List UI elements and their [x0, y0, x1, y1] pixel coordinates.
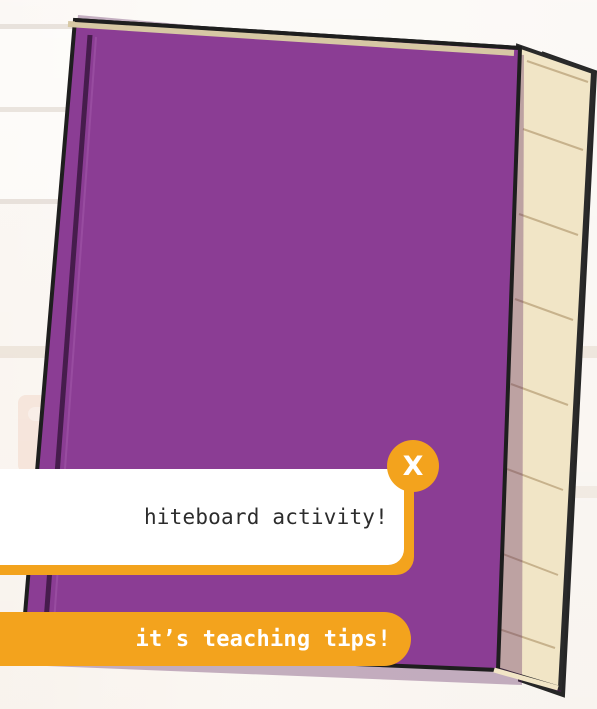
teaching-tips-button[interactable]: it’s teaching tips! [0, 612, 411, 666]
classroom-background [0, 0, 597, 709]
notice-message: hiteboard activity! [143, 505, 388, 529]
background-shelf [0, 346, 597, 358]
background-window [0, 24, 115, 204]
notice-popup: hiteboard activity! [0, 469, 414, 575]
background-cabinet [18, 395, 138, 473]
notice-panel: hiteboard activity! [0, 469, 404, 565]
close-button[interactable]: X [387, 440, 439, 492]
teaching-tips-label: it’s teaching tips! [135, 626, 391, 652]
